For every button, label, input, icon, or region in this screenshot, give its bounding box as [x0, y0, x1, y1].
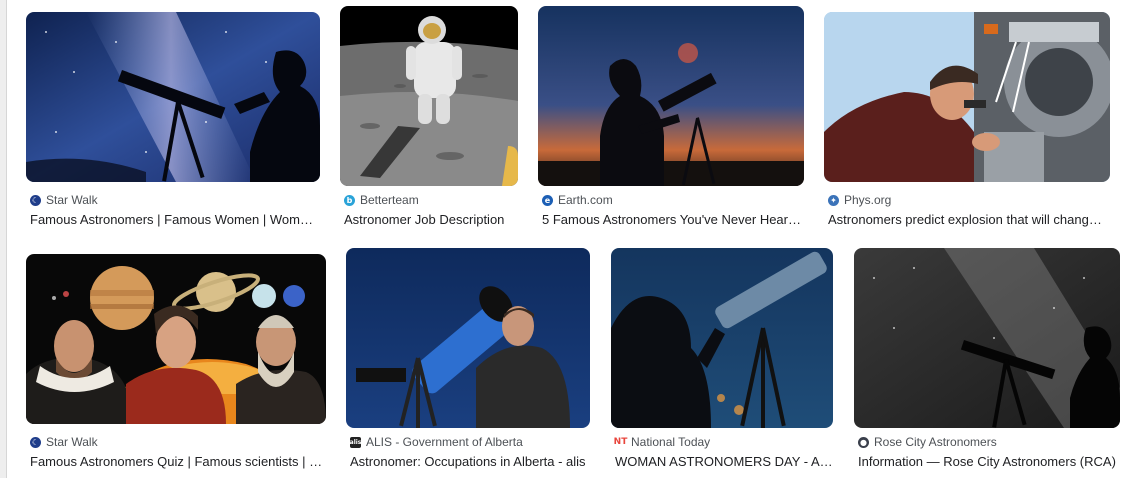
result-source[interactable]: ☾ Star Walk — [30, 434, 98, 450]
result-source[interactable]: alis ALIS - Government of Alberta — [350, 434, 523, 450]
page-left-edge — [0, 0, 7, 478]
starwalk-icon: ☾ — [30, 436, 41, 448]
result-title[interactable]: Astronomer Job Description — [344, 211, 518, 228]
result-thumbnail[interactable] — [538, 6, 804, 186]
result-thumbnail[interactable] — [26, 12, 320, 182]
physorg-icon: ✦ — [828, 194, 839, 206]
result-source[interactable]: NT National Today — [613, 434, 711, 450]
result-title[interactable]: WOMAN ASTRONOMERS DAY - Augu... — [615, 453, 833, 470]
result-thumbnail[interactable] — [611, 248, 833, 428]
source-name: ALIS - Government of Alberta — [366, 435, 523, 449]
source-name: Star Walk — [46, 435, 98, 449]
result-title[interactable]: 5 Famous Astronomers You've Never Heard … — [542, 211, 804, 228]
result-title[interactable]: Astronomers predict explosion that will … — [828, 211, 1108, 228]
result-source[interactable]: b Betterteam — [344, 192, 419, 208]
result-title[interactable]: Famous Astronomers | Famous Women | Wome… — [30, 211, 320, 228]
result-source[interactable]: ☾ Star Walk — [30, 192, 98, 208]
result-source[interactable]: ● Rose City Astronomers — [858, 434, 997, 450]
result-source[interactable]: e Earth.com — [542, 192, 613, 208]
result-source[interactable]: ✦ Phys.org — [828, 192, 891, 208]
result-thumbnail[interactable] — [26, 254, 326, 424]
result-thumbnail[interactable] — [340, 6, 518, 186]
result-thumbnail[interactable] — [854, 248, 1120, 428]
earth-icon: e — [542, 194, 553, 206]
result-title[interactable]: Famous Astronomers Quiz | Famous scienti… — [30, 453, 326, 470]
result-thumbnail[interactable] — [824, 12, 1110, 182]
source-name: Rose City Astronomers — [874, 435, 997, 449]
source-name: Star Walk — [46, 193, 98, 207]
rosecity-icon: ● — [858, 436, 869, 448]
source-name: Betterteam — [360, 193, 419, 207]
result-thumbnail[interactable] — [346, 248, 590, 428]
result-title[interactable]: Astronomer: Occupations in Alberta - ali… — [350, 453, 590, 470]
source-name: National Today — [631, 435, 711, 449]
nationaltoday-icon: NT — [613, 437, 628, 447]
result-title[interactable]: Information — Rose City Astronomers (RCA… — [858, 453, 1120, 470]
source-name: Earth.com — [558, 193, 613, 207]
betterteam-icon: b — [344, 194, 355, 206]
starwalk-icon: ☾ — [30, 194, 41, 206]
alis-icon: alis — [349, 436, 362, 448]
source-name: Phys.org — [844, 193, 892, 207]
